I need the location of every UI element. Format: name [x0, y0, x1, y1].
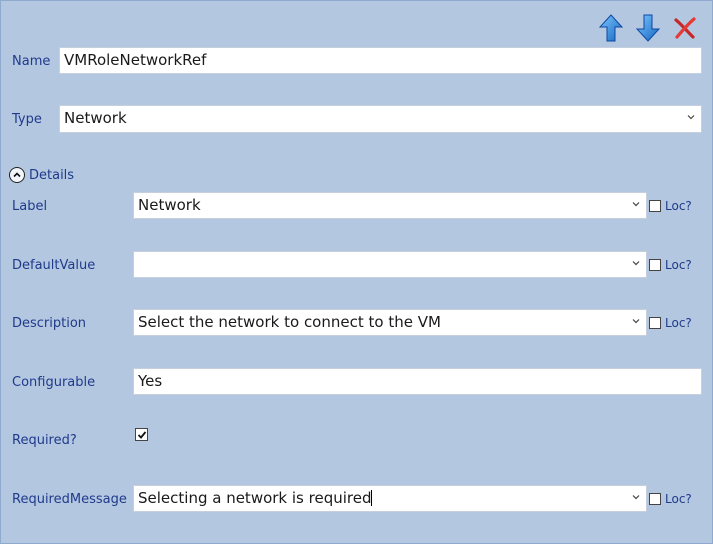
- label-value: Network: [138, 196, 201, 214]
- configurable-input[interactable]: Yes: [133, 368, 702, 395]
- required-message-combobox[interactable]: Selecting a network is required: [133, 485, 647, 512]
- required-message-value: Selecting a network is required: [138, 489, 372, 507]
- vm-role-parameter-panel: Name VMRoleNetworkRef Type Network Detai…: [0, 0, 713, 544]
- type-select[interactable]: Network: [59, 105, 702, 133]
- chevron-down-icon: [632, 319, 640, 324]
- configurable-label: Configurable: [12, 375, 96, 390]
- text-caret: [371, 490, 373, 506]
- description-combobox[interactable]: Select the network to connect to the VM: [133, 309, 647, 336]
- label-loc-text: Loc?: [665, 199, 692, 213]
- default-value-loc-text: Loc?: [665, 258, 692, 272]
- description-value: Select the network to connect to the VM: [138, 313, 441, 331]
- details-label: Details: [29, 167, 75, 183]
- toolbar: [598, 13, 698, 43]
- chevron-down-icon: [687, 115, 695, 120]
- name-value: VMRoleNetworkRef: [64, 51, 207, 69]
- chevron-down-icon: [632, 261, 640, 266]
- type-value: Network: [64, 109, 127, 127]
- collapse-chevron-up-icon: [9, 167, 25, 183]
- default-value-combobox[interactable]: [133, 251, 647, 278]
- default-value-loc-toggle[interactable]: Loc?: [649, 258, 692, 272]
- label-loc-toggle[interactable]: Loc?: [649, 199, 692, 213]
- arrow-up-icon: [599, 14, 623, 42]
- type-label: Type: [12, 112, 42, 127]
- default-value-loc-checkbox[interactable]: [649, 259, 661, 271]
- description-label: Description: [12, 316, 87, 331]
- description-loc-toggle[interactable]: Loc?: [649, 316, 692, 330]
- required-checkbox[interactable]: [135, 428, 148, 441]
- chevron-down-icon: [632, 495, 640, 500]
- description-loc-checkbox[interactable]: [649, 317, 661, 329]
- move-up-button[interactable]: [598, 13, 624, 43]
- name-input[interactable]: VMRoleNetworkRef: [59, 47, 702, 74]
- label-loc-checkbox[interactable]: [649, 200, 661, 212]
- details-expander[interactable]: Details: [9, 167, 74, 183]
- arrow-down-icon: [636, 14, 660, 42]
- configurable-value: Yes: [138, 372, 163, 390]
- chevron-down-icon: [632, 202, 640, 207]
- required-message-loc-text: Loc?: [665, 492, 692, 506]
- description-loc-text: Loc?: [665, 316, 692, 330]
- delete-x-icon: [674, 17, 696, 39]
- required-label: Required?: [12, 433, 77, 448]
- name-label: Name: [12, 54, 51, 69]
- default-value-label: DefaultValue: [12, 258, 96, 273]
- move-down-button[interactable]: [635, 13, 661, 43]
- required-message-loc-toggle[interactable]: Loc?: [649, 492, 692, 506]
- required-message-loc-checkbox[interactable]: [649, 493, 661, 505]
- required-message-label: RequiredMessage: [12, 492, 127, 507]
- label-combobox[interactable]: Network: [133, 192, 647, 219]
- checkmark-icon: [137, 430, 146, 439]
- delete-button[interactable]: [672, 13, 698, 43]
- label-field-label: Label: [12, 199, 48, 214]
